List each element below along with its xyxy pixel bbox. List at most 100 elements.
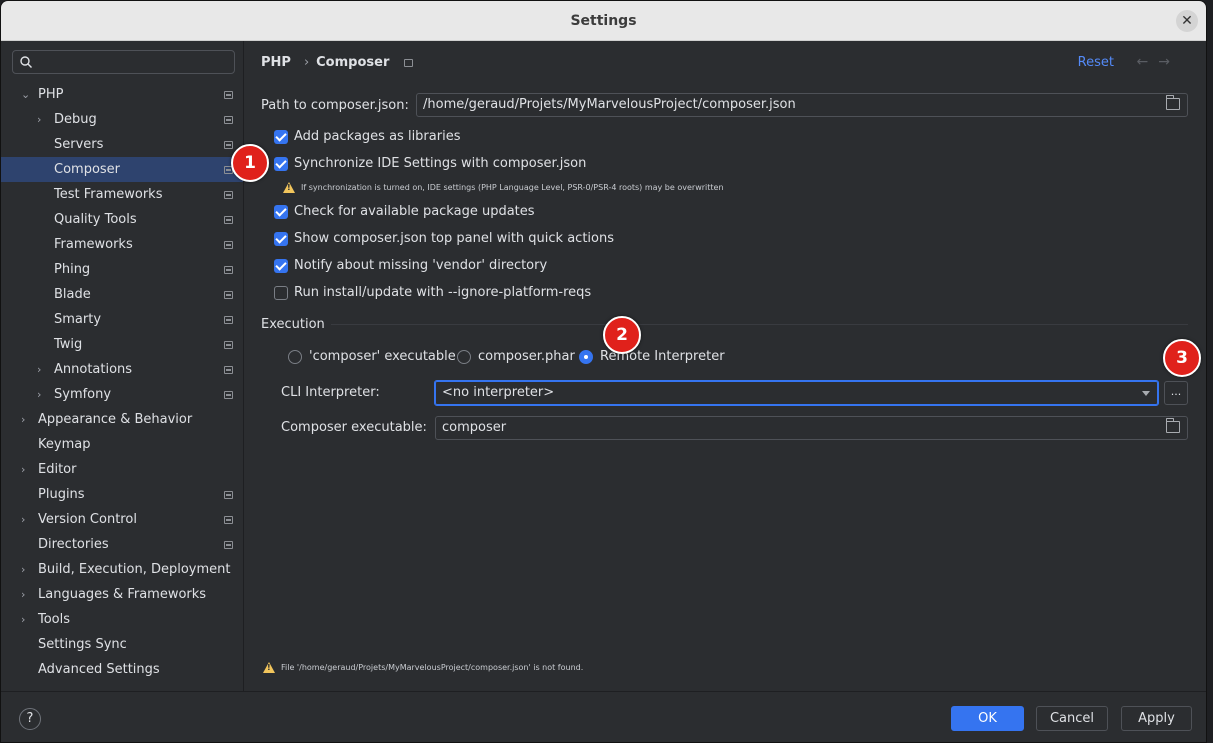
- composer-executable-label: Composer executable:: [281, 420, 427, 435]
- project-settings-icon: [224, 241, 233, 249]
- sidebar-item-blade[interactable]: Blade: [1, 282, 243, 307]
- search-input[interactable]: [12, 50, 235, 74]
- sidebar-item-label: Smarty: [54, 312, 102, 327]
- annotation-badge-2: 2: [603, 316, 641, 354]
- project-settings-icon: [403, 58, 413, 67]
- sidebar-item-label: Blade: [54, 287, 91, 302]
- settings-sidebar: ⌄ PHP › Debug Servers Composer Test Fram…: [1, 41, 244, 691]
- sidebar-item-directories[interactable]: Directories: [1, 532, 243, 557]
- folder-icon[interactable]: [1166, 418, 1180, 433]
- sidebar-item-label: Directories: [38, 537, 109, 552]
- cli-interpreter-label: CLI Interpreter:: [281, 385, 380, 400]
- settings-dialog: Settings ✕ ⌄ PHP › Debug Servers Compose…: [0, 0, 1207, 743]
- sidebar-item-label: Test Frameworks: [54, 187, 163, 202]
- sidebar-item-label: Version Control: [38, 512, 137, 527]
- sidebar-item-label: Symfony: [54, 387, 112, 402]
- radio-label: composer.phar: [478, 349, 575, 364]
- sidebar-item-label: Annotations: [54, 362, 133, 377]
- sidebar-item-frameworks[interactable]: Frameworks: [1, 232, 243, 257]
- back-arrow-icon[interactable]: ←: [1137, 54, 1159, 70]
- sidebar-item-editor[interactable]: › Editor: [1, 457, 243, 482]
- sidebar-item-label: Settings Sync: [38, 637, 127, 652]
- sidebar-item-php[interactable]: ⌄ PHP: [1, 82, 243, 107]
- checkbox-notify-vendor[interactable]: [274, 259, 288, 273]
- sidebar-item-label: Debug: [54, 112, 97, 127]
- project-settings-icon: [224, 266, 233, 274]
- chevron-right-icon: ›: [21, 613, 26, 626]
- close-icon[interactable]: ✕: [1176, 10, 1198, 32]
- project-settings-icon: [224, 116, 233, 124]
- composer-json-path-field[interactable]: /home/geraud/Projets/MyMarvelousProject/…: [416, 93, 1188, 117]
- sidebar-item-version-control[interactable]: › Version Control: [1, 507, 243, 532]
- composer-executable-value: composer: [442, 420, 507, 435]
- sidebar-item-symfony[interactable]: › Symfony: [1, 382, 243, 407]
- checkbox-label: Show composer.json top panel with quick …: [294, 231, 614, 246]
- reset-link[interactable]: Reset: [1078, 55, 1114, 70]
- chevron-right-icon: ›: [37, 363, 42, 376]
- sidebar-item-label: Quality Tools: [54, 212, 137, 227]
- dialog-footer: ? OK Cancel Apply: [1, 691, 1206, 742]
- sidebar-item-tools[interactable]: › Tools: [1, 607, 243, 632]
- browse-interpreter-button[interactable]: ...: [1164, 381, 1188, 405]
- checkbox-ignore-platform-reqs[interactable]: [274, 286, 288, 300]
- radio-composer-phar[interactable]: [457, 350, 471, 364]
- breadcrumb-php[interactable]: PHP: [261, 55, 291, 70]
- sidebar-item-keymap[interactable]: Keymap: [1, 432, 243, 457]
- sidebar-item-label: PHP: [38, 87, 64, 102]
- sidebar-item-label: Keymap: [38, 437, 91, 452]
- sidebar-item-phing[interactable]: Phing: [1, 257, 243, 282]
- sidebar-item-twig[interactable]: Twig: [1, 332, 243, 357]
- sidebar-item-build-execution-deployment[interactable]: › Build, Execution, Deployment: [1, 557, 243, 582]
- history-navigation: ←→: [1137, 54, 1180, 70]
- sidebar-item-label: Build, Execution, Deployment: [38, 562, 231, 577]
- sidebar-item-test-frameworks[interactable]: Test Frameworks: [1, 182, 243, 207]
- sidebar-item-quality-tools[interactable]: Quality Tools: [1, 207, 243, 232]
- apply-button[interactable]: Apply: [1121, 706, 1192, 731]
- checkbox-add-packages[interactable]: [274, 130, 288, 144]
- warning-icon: [263, 662, 275, 673]
- file-not-found-warning: File '/home/geraud/Projets/MyMarvelousPr…: [281, 663, 584, 672]
- sidebar-item-composer[interactable]: Composer: [1, 157, 243, 182]
- sidebar-item-label: Advanced Settings: [38, 662, 160, 677]
- chevron-right-icon: ›: [21, 513, 26, 526]
- sidebar-item-debug[interactable]: › Debug: [1, 107, 243, 132]
- project-settings-icon: [224, 191, 233, 199]
- composer-executable-field[interactable]: composer: [435, 416, 1188, 440]
- project-settings-icon: [224, 516, 233, 524]
- breadcrumb-separator: ›: [303, 55, 310, 70]
- checkbox-show-top-panel[interactable]: [274, 232, 288, 246]
- sidebar-item-languages-frameworks[interactable]: › Languages & Frameworks: [1, 582, 243, 607]
- cli-interpreter-select[interactable]: <no interpreter>: [434, 380, 1159, 406]
- cancel-button[interactable]: Cancel: [1036, 706, 1108, 731]
- sidebar-item-servers[interactable]: Servers: [1, 132, 243, 157]
- project-settings-icon: [224, 141, 233, 149]
- project-settings-icon: [224, 316, 233, 324]
- help-icon[interactable]: ?: [19, 708, 41, 730]
- sidebar-item-label: Plugins: [38, 487, 85, 502]
- radio-remote-interpreter[interactable]: [579, 350, 593, 364]
- title-bar: Settings ✕: [1, 1, 1206, 41]
- radio-composer-executable[interactable]: [288, 350, 302, 364]
- settings-content: PHP › Composer Reset ←→ Path to composer.j…: [245, 41, 1206, 691]
- checkbox-synchronize-ide[interactable]: [274, 157, 288, 171]
- folder-icon[interactable]: [1166, 95, 1180, 110]
- breadcrumb: PHP › Composer: [261, 55, 419, 70]
- annotation-badge-1: 1: [231, 144, 269, 182]
- sidebar-item-label: Appearance & Behavior: [38, 412, 193, 427]
- sidebar-item-smarty[interactable]: Smarty: [1, 307, 243, 332]
- breadcrumb-composer: Composer: [316, 55, 390, 70]
- chevron-right-icon: ›: [21, 413, 26, 426]
- sidebar-item-appearance-behavior[interactable]: › Appearance & Behavior: [1, 407, 243, 432]
- sidebar-item-plugins[interactable]: Plugins: [1, 482, 243, 507]
- project-settings-icon: [224, 91, 233, 99]
- path-value: /home/geraud/Projets/MyMarvelousProject/…: [423, 97, 796, 112]
- sidebar-item-advanced-settings[interactable]: Advanced Settings: [1, 657, 243, 682]
- radio-label: 'composer' executable: [309, 349, 456, 364]
- sidebar-item-annotations[interactable]: › Annotations: [1, 357, 243, 382]
- forward-arrow-icon[interactable]: →: [1158, 54, 1180, 70]
- sidebar-item-settings-sync[interactable]: Settings Sync: [1, 632, 243, 657]
- checkbox-check-updates[interactable]: [274, 205, 288, 219]
- chevron-down-icon: [1142, 391, 1150, 396]
- checkbox-label: Run install/update with --ignore-platfor…: [294, 285, 592, 300]
- ok-button[interactable]: OK: [951, 706, 1024, 731]
